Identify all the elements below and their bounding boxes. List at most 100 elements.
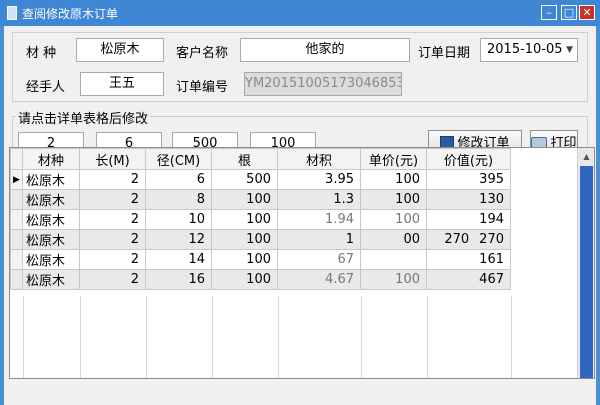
row-header xyxy=(10,189,23,210)
row-filler xyxy=(510,169,580,190)
row-filler xyxy=(510,229,580,250)
app-icon xyxy=(7,6,17,20)
table-row[interactable]: 松原木 2 12 100 1 00 270 270 xyxy=(10,229,580,250)
chevron-down-icon[interactable]: ▼ xyxy=(566,39,573,61)
grid-line xyxy=(361,296,362,378)
table-row[interactable]: ▶ 松原木 2 6 500 3.95 100 395 xyxy=(10,169,580,190)
table-cell[interactable]: 194 xyxy=(426,209,511,230)
table-cell[interactable]: 2 xyxy=(79,249,146,270)
table-cell[interactable]: 松原木 xyxy=(22,269,80,290)
table-cell[interactable]: 2 xyxy=(79,229,146,250)
grid-line xyxy=(23,296,24,378)
table-cell[interactable]: 松原木 xyxy=(22,229,80,250)
table-cell[interactable]: 10 xyxy=(145,209,212,230)
table-cell[interactable]: 100 xyxy=(211,189,278,210)
order-no-field: YM20151005173046853 xyxy=(244,72,402,96)
row-header-corner xyxy=(10,148,23,170)
order-no-label: 订单编号 xyxy=(176,80,229,95)
grid-line xyxy=(212,296,213,378)
table-cell[interactable]: 1.94 xyxy=(277,209,361,230)
table-cell[interactable]: 67 xyxy=(277,249,361,270)
table-row[interactable]: 松原木 2 14 100 67 161 xyxy=(10,249,580,270)
table-cell[interactable]: 467 xyxy=(426,269,511,290)
table-cell[interactable]: 100 xyxy=(360,189,427,210)
date-picker[interactable]: 2015-10-05 ▼ xyxy=(480,38,578,62)
window-title: 查阅修改原木订单 xyxy=(22,7,119,21)
table-cell[interactable]: 2 xyxy=(79,269,146,290)
grid-line xyxy=(427,296,428,378)
order-detail-grid[interactable]: 材种 长(M) 径(CM) 根 材积 单价(元) 价值(元) ▶ 松原木 2 6… xyxy=(9,147,595,379)
table-cell[interactable]: 100 xyxy=(211,249,278,270)
table-cell[interactable]: 6 xyxy=(145,169,212,190)
grid-line xyxy=(80,296,81,378)
table-cell[interactable]: 3.95 xyxy=(277,169,361,190)
table-cell[interactable]: 8 xyxy=(145,189,212,210)
table-row[interactable]: 松原木 2 8 100 1.3 100 130 xyxy=(10,189,580,210)
column-header[interactable]: 材种 xyxy=(22,148,80,170)
table-cell[interactable]: 395 xyxy=(426,169,511,190)
minimize-button[interactable]: – xyxy=(541,5,557,20)
header-filler xyxy=(510,148,580,170)
table-cell[interactable]: 16 xyxy=(145,269,212,290)
scrollbar-thumb[interactable] xyxy=(580,166,593,378)
table-cell[interactable]: 100 xyxy=(211,209,278,230)
table-row[interactable]: 松原木 2 10 100 1.94 100 194 xyxy=(10,209,580,230)
grid-line xyxy=(146,296,147,378)
row-header xyxy=(10,209,23,230)
stray-value: 270 xyxy=(444,232,470,247)
scroll-up-icon[interactable]: ▲ xyxy=(578,148,594,165)
customer-field[interactable]: 他家的 xyxy=(240,38,410,62)
row-header xyxy=(10,249,23,270)
detail-table: 材种 长(M) 径(CM) 根 材积 单价(元) 价值(元) ▶ 松原木 2 6… xyxy=(10,148,580,290)
column-header[interactable]: 单价(元) xyxy=(360,148,427,170)
table-cell[interactable]: 2 xyxy=(79,169,146,190)
row-header xyxy=(10,229,23,250)
vertical-scrollbar[interactable]: ▲ xyxy=(577,148,594,378)
table-header-row: 材种 长(M) 径(CM) 根 材积 单价(元) 价值(元) xyxy=(10,148,580,170)
column-header[interactable]: 径(CM) xyxy=(145,148,212,170)
column-header[interactable]: 价值(元) xyxy=(426,148,511,170)
material-label: 材 种 xyxy=(26,46,57,61)
app-window: 查阅修改原木订单 – □ ✕ 材 种 松原木 客户名称 他家的 订单日期 201… xyxy=(0,0,600,405)
table-cell[interactable]: 00 xyxy=(360,229,427,250)
column-header[interactable]: 材积 xyxy=(277,148,361,170)
table-cell[interactable]: 松原木 xyxy=(22,249,80,270)
table-cell[interactable]: 2 xyxy=(79,189,146,210)
table-cell[interactable]: 1.3 xyxy=(277,189,361,210)
table-cell[interactable]: 100 xyxy=(211,269,278,290)
row-filler xyxy=(510,269,580,290)
table-cell[interactable] xyxy=(360,249,427,270)
row-header xyxy=(10,269,23,290)
table-cell[interactable]: 100 xyxy=(360,209,427,230)
table-cell[interactable]: 2 xyxy=(79,209,146,230)
table-cell[interactable]: 松原木 xyxy=(22,169,80,190)
table-cell[interactable]: 100 xyxy=(360,169,427,190)
table-cell[interactable]: 130 xyxy=(426,189,511,210)
close-button[interactable]: ✕ xyxy=(579,5,595,20)
table-cell[interactable]: 1 xyxy=(277,229,361,250)
grid-line xyxy=(511,296,512,378)
handler-label: 经手人 xyxy=(26,80,66,95)
title-bar[interactable]: 查阅修改原木订单 – □ ✕ xyxy=(0,0,600,26)
material-field[interactable]: 松原木 xyxy=(76,38,164,62)
table-cell[interactable]: 270 270 xyxy=(426,229,511,250)
grid-line xyxy=(278,296,279,378)
table-cell[interactable]: 161 xyxy=(426,249,511,270)
column-header[interactable]: 根 xyxy=(211,148,278,170)
table-cell[interactable]: 4.67 xyxy=(277,269,361,290)
customer-label: 客户名称 xyxy=(176,46,229,61)
maximize-button[interactable]: □ xyxy=(561,5,577,20)
row-filler xyxy=(510,249,580,270)
table-row[interactable]: 松原木 2 16 100 4.67 100 467 xyxy=(10,269,580,290)
table-cell[interactable]: 松原木 xyxy=(22,209,80,230)
table-cell[interactable]: 12 xyxy=(145,229,212,250)
row-filler xyxy=(510,189,580,210)
column-header[interactable]: 长(M) xyxy=(79,148,146,170)
table-cell[interactable]: 500 xyxy=(211,169,278,190)
table-cell[interactable]: 14 xyxy=(145,249,212,270)
handler-field[interactable]: 王五 xyxy=(80,72,164,96)
table-cell[interactable]: 松原木 xyxy=(22,189,80,210)
row-filler xyxy=(510,209,580,230)
table-cell[interactable]: 100 xyxy=(360,269,427,290)
table-cell[interactable]: 100 xyxy=(211,229,278,250)
